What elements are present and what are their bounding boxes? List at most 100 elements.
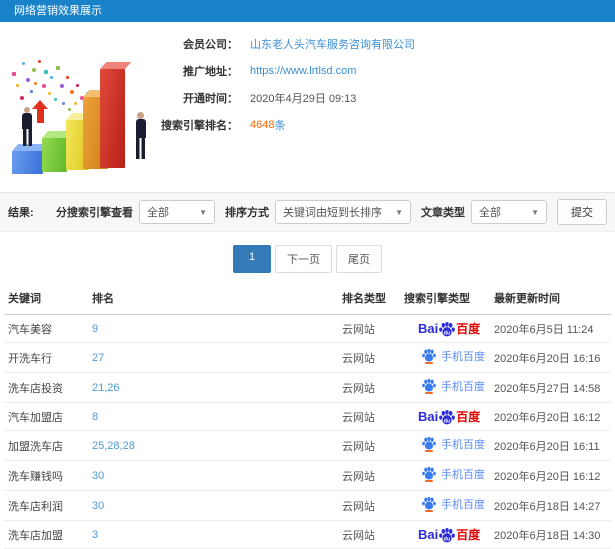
confetti-dot (44, 70, 48, 74)
confetti-dot (12, 72, 16, 76)
clipart-bar-blue (12, 151, 43, 174)
confetti-dot (32, 68, 36, 72)
updated-time-cell: 2020年6月20日 16:12 (494, 402, 611, 431)
search-engine-cell: 手机百度 (404, 490, 494, 521)
sort-filter-label: 排序方式 (225, 207, 269, 219)
table-row: 洗车店利润 30 云网站 手机百度 2020年6月18日 14:27 (4, 490, 611, 521)
engine-filter-label: 分搜索引擎查看 (56, 207, 133, 219)
member-company-link[interactable]: 山东老人头汽车服务咨询有限公司 (250, 36, 415, 52)
chevron-down-icon: ▼ (531, 207, 539, 217)
table-row: 洗车店投资 21,26 云网站 手机百度 2020年5月27日 14:58 (4, 372, 611, 403)
confetti-dot (26, 78, 30, 82)
engine-rank-count: 4648 (250, 119, 275, 131)
filter-bar: 结果: 分搜索引擎查看 全部 ▼ 排序方式 关键词由短到长排序 ▼ 文章类型 全… (0, 192, 615, 232)
confetti-dot (34, 82, 37, 85)
search-engine-cell: 手机百度 (404, 372, 494, 403)
rank-type-cell: 云网站 (342, 342, 404, 373)
mobile-baidu-paw-icon (422, 378, 436, 394)
mobile-baidu-icon: 手机百度 (422, 466, 485, 482)
confetti-dot (22, 62, 25, 65)
keyword-cell: 洗车店加盟 (4, 520, 92, 549)
mobile-baidu-icon: 手机百度 (422, 378, 485, 394)
next-page-button[interactable]: 下一页 (275, 245, 332, 273)
table-row: 开洗车行 27 云网站 手机百度 2020年6月20日 16:16 (4, 342, 611, 373)
rank-type-cell: 云网站 (342, 490, 404, 521)
page-1-button[interactable]: 1 (233, 245, 271, 273)
result-label: 结果: (8, 207, 34, 219)
rank-type-cell: 云网站 (342, 402, 404, 431)
clipart-bar-red (100, 69, 125, 168)
confetti-dot (62, 102, 65, 105)
confetti-dot (38, 60, 41, 63)
confetti-dot (66, 76, 69, 79)
baidu-logo-icon: Bai du 百度 (418, 527, 481, 542)
col-rank: 排名 (92, 282, 342, 315)
table-row: 汽车美容 9 云网站 Bai du 百度 2020年6月5日 11:24 (4, 314, 611, 343)
rank-cell[interactable]: 8 (92, 402, 342, 431)
rank-cell[interactable]: 30 (92, 460, 342, 491)
keyword-cell: 开洗车行 (4, 342, 92, 373)
results-table: 关键词 排名 排名类型 搜索引擎类型 最新更新时间 汽车美容 9 云网站 Bai du 百… (4, 282, 611, 549)
rank-type-cell: 云网站 (342, 460, 404, 491)
page-header: 网络营销效果展示 (0, 0, 615, 22)
svg-text:du: du (444, 330, 451, 336)
table-row: 加盟洗车店 25,28,28 云网站 手机百度 2020年6月20日 16:11 (4, 430, 611, 461)
updated-time-cell: 2020年5月27日 14:58 (494, 372, 611, 403)
open-time-value: 2020年4月29日 09:13 (250, 93, 357, 105)
rank-cell[interactable]: 21,26 (92, 372, 342, 403)
article-type-select-value: 全部 (479, 207, 501, 219)
mobile-baidu-icon: 手机百度 (422, 496, 485, 512)
search-engine-cell: 手机百度 (404, 430, 494, 461)
table-header-row: 关键词 排名 排名类型 搜索引擎类型 最新更新时间 (4, 282, 611, 315)
keyword-cell: 洗车店投资 (4, 372, 92, 403)
confetti-dot (20, 96, 24, 100)
mobile-baidu-label: 手机百度 (441, 469, 485, 481)
mobile-baidu-paw-icon (422, 466, 436, 482)
sort-select[interactable]: 关键词由短到长排序 ▼ (275, 200, 411, 224)
submit-button[interactable]: 提交 (557, 199, 607, 225)
updated-time-cell: 2020年6月20日 16:11 (494, 430, 611, 461)
mobile-baidu-icon: 手机百度 (422, 348, 485, 364)
last-page-button[interactable]: 尾页 (336, 245, 382, 273)
mobile-baidu-label: 手机百度 (441, 351, 485, 363)
promo-url-link[interactable]: https://www.lrtlsd.com (250, 65, 356, 77)
table-row: 洗车店加盟 3 云网站 Bai du 百度 2020年6月18日 14:30 (4, 520, 611, 549)
rank-cell[interactable]: 25,28,28 (92, 430, 342, 461)
baidu-logo-icon: Bai du 百度 (418, 321, 481, 336)
confetti-dot (16, 84, 19, 87)
chevron-down-icon: ▼ (199, 207, 207, 217)
member-company-label: 会员公司： (183, 39, 238, 51)
rank-cell[interactable]: 3 (92, 520, 342, 549)
updated-time-cell: 2020年6月18日 14:30 (494, 520, 611, 549)
sort-select-value: 关键词由短到长排序 (283, 207, 382, 219)
filter-controls: 分搜索引擎查看 全部 ▼ 排序方式 关键词由短到长排序 ▼ 文章类型 全部 ▼ … (46, 199, 607, 225)
search-engine-cell: Bai du 百度 (404, 520, 494, 549)
article-type-select[interactable]: 全部 ▼ (471, 200, 547, 224)
pagination: 1 下一页 尾页 (0, 245, 615, 273)
search-engine-cell: 手机百度 (404, 342, 494, 373)
rank-type-cell: 云网站 (342, 314, 404, 343)
engine-select[interactable]: 全部 ▼ (139, 200, 215, 224)
businessman-figure-right (133, 112, 148, 160)
search-engine-cell: Bai du 百度 (404, 402, 494, 431)
rank-type-cell: 云网站 (342, 372, 404, 403)
page-title: 网络营销效果展示 (14, 5, 102, 17)
rank-cell[interactable]: 9 (92, 314, 342, 343)
col-rank-type: 排名类型 (342, 282, 404, 315)
updated-time-cell: 2020年6月20日 16:16 (494, 342, 611, 373)
engine-select-value: 全部 (147, 207, 169, 219)
baidu-paw-icon: du (439, 321, 456, 336)
engine-rank-unit: 条 (274, 120, 286, 132)
confetti-dot (50, 76, 53, 79)
confetti-dot (74, 102, 77, 105)
mobile-baidu-label: 手机百度 (441, 439, 485, 451)
rank-cell[interactable]: 27 (92, 342, 342, 373)
rank-cell[interactable]: 30 (92, 490, 342, 521)
confetti-dot (60, 84, 64, 88)
article-type-label: 文章类型 (421, 207, 465, 219)
search-engine-cell: 手机百度 (404, 460, 494, 491)
mobile-baidu-label: 手机百度 (441, 381, 485, 393)
page: 网络营销效果展示 会员公司： 山东老人头汽车服务咨询有限公司 推广地址： htt… (0, 0, 615, 549)
results-table-body: 汽车美容 9 云网站 Bai du 百度 2020年6月5日 11:24 开洗车行 27 云网站手… (4, 314, 611, 549)
updated-time-cell: 2020年6月20日 16:12 (494, 460, 611, 491)
